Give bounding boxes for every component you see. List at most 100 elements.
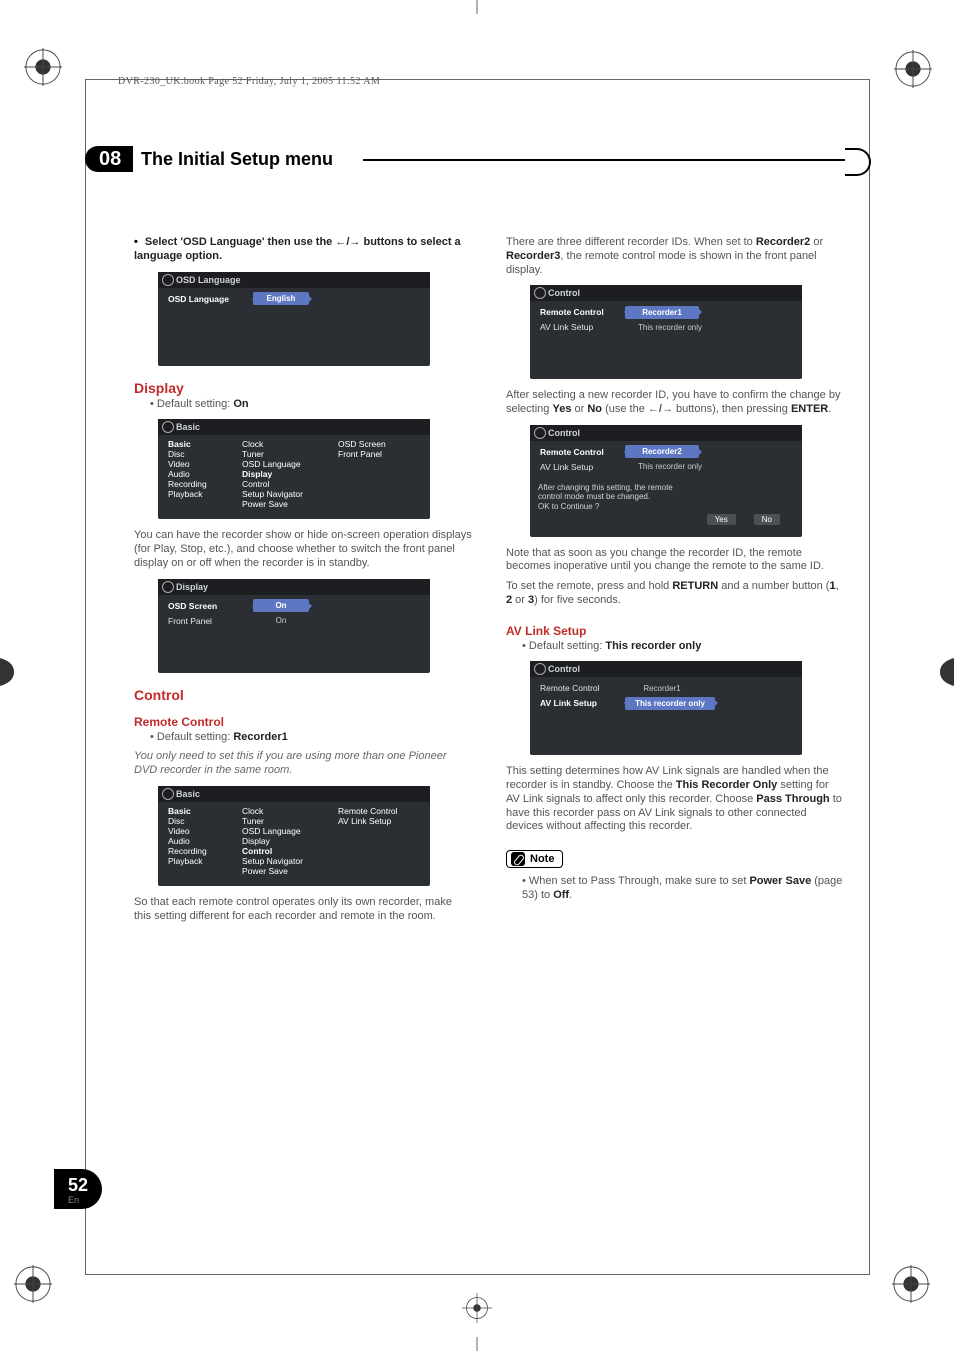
set-remote-instruction: To set the remote, press and hold RETURN… (506, 580, 844, 608)
menu-clock[interactable]: Clock (242, 806, 338, 816)
arrow-right-icon[interactable] (309, 599, 316, 612)
osd-panel-title: Control (530, 425, 802, 441)
display-paragraph: You can have the recorder show or hide o… (134, 529, 472, 570)
remote-control-italic-note: You only need to set this if you are usi… (134, 750, 472, 778)
page-lang: En (68, 1195, 79, 1205)
side-tab-icon (0, 658, 14, 686)
control-panel-recorder2-confirm: Control Remote ControlRecorder2 AV Link … (530, 425, 802, 537)
arrow-left-icon[interactable] (618, 697, 625, 710)
side-tab-icon (940, 658, 954, 686)
menu-osd-language[interactable]: OSD Language (242, 826, 338, 836)
menu-recording[interactable]: Recording (164, 846, 242, 856)
header-rule (363, 159, 869, 161)
av-link-default: • Default setting: This recorder only (506, 640, 844, 654)
remote-control-value[interactable]: Recorder2 (625, 445, 699, 458)
arrow-left-icon[interactable] (618, 306, 625, 319)
av-link-setup-label: AV Link Setup (536, 698, 618, 708)
front-panel-value[interactable]: On (253, 614, 309, 627)
menu-osd-screen[interactable]: OSD Screen (338, 439, 424, 449)
arrow-left-icon[interactable] (246, 292, 253, 305)
menu-control[interactable]: Control (242, 479, 338, 489)
control-panel-recorder1: Control Remote ControlRecorder1 AV Link … (530, 285, 802, 379)
menu-setup-navigator[interactable]: Setup Navigator (242, 489, 338, 499)
menu-setup-navigator[interactable]: Setup Navigator (242, 856, 338, 866)
menu-av-link-setup[interactable]: AV Link Setup (338, 816, 424, 826)
menu-control[interactable]: Control (242, 846, 338, 856)
regmark-icon (24, 48, 62, 86)
menu-basic[interactable]: Basic (164, 806, 242, 816)
left-column: • Select 'OSD Language' then use the ←/→… (134, 236, 472, 929)
menu-tuner[interactable]: Tuner (242, 816, 338, 826)
control-heading: Control (134, 687, 472, 703)
av-link-setup-label: AV Link Setup (536, 322, 618, 332)
note-text: • When set to Pass Through, make sure to… (506, 875, 844, 903)
menu-tuner[interactable]: Tuner (242, 449, 338, 459)
display-options-panel: Display OSD Screen On Front Panel On (158, 579, 430, 673)
menu-display[interactable]: Display (242, 469, 338, 479)
menu-playback[interactable]: Playback (164, 489, 242, 499)
front-panel-label: Front Panel (164, 616, 246, 626)
osd-panel-title: Basic (158, 419, 430, 435)
display-default: • Default setting: On (134, 398, 472, 412)
page-number: 52 (68, 1175, 88, 1196)
menu-playback[interactable]: Playback (164, 856, 242, 866)
av-link-setup-value[interactable]: This recorder only (625, 697, 715, 710)
osd-panel-title: Display (158, 579, 430, 595)
menu-front-panel[interactable]: Front Panel (338, 449, 424, 459)
remote-control-value[interactable]: Recorder1 (625, 306, 699, 319)
regmark-icon (892, 1265, 930, 1303)
chapter-number: 08 (99, 146, 121, 172)
remote-control-label: Remote Control (536, 307, 618, 317)
av-link-setup-heading: AV Link Setup (506, 624, 844, 638)
menu-display[interactable]: Display (242, 836, 338, 846)
arrow-left-icon[interactable] (618, 445, 625, 458)
chapter-title: The Initial Setup menu (141, 146, 333, 172)
crop-rule (85, 79, 86, 1275)
menu-video[interactable]: Video (164, 459, 242, 469)
osd-screen-label: OSD Screen (164, 601, 246, 611)
remote-control-subheading: Remote Control (134, 715, 472, 729)
arrow-right-icon[interactable] (699, 306, 706, 319)
confirm-change-paragraph: After selecting a new recorder ID, you h… (506, 389, 844, 417)
chapter-header: 08 The Initial Setup menu (85, 146, 869, 174)
book-header-line: DVR-230_UK.book Page 52 Friday, July 1, … (118, 76, 380, 87)
osd-panel-title: Control (530, 661, 802, 677)
menu-disc[interactable]: Disc (164, 816, 242, 826)
av-link-setup-label: AV Link Setup (536, 462, 618, 472)
menu-disc[interactable]: Disc (164, 449, 242, 459)
osd-language-panel: OSD Language OSD Language English (158, 272, 430, 366)
menu-remote-control[interactable]: Remote Control (338, 806, 424, 816)
menu-basic[interactable]: Basic (164, 439, 242, 449)
arrow-right-icon[interactable] (699, 445, 706, 458)
menu-clock[interactable]: Clock (242, 439, 338, 449)
page-number-badge: 52 En (54, 1169, 118, 1225)
menu-recording[interactable]: Recording (164, 479, 242, 489)
no-button[interactable]: No (754, 514, 780, 525)
menu-audio[interactable]: Audio (164, 836, 242, 846)
note-box: Note • When set to Pass Through, make su… (506, 850, 844, 903)
control-paragraph: So that each remote control operates onl… (134, 896, 472, 924)
regmark-icon (462, 1293, 492, 1323)
yes-no-buttons: Yes No (530, 514, 802, 529)
left-right-arrow-icon: ←/→ (335, 236, 360, 248)
av-link-setup-value[interactable]: This recorder only (625, 321, 715, 334)
display-heading: Display (134, 380, 472, 396)
recorder-id-intro: There are three different recorder IDs. … (506, 236, 844, 277)
arrow-right-icon[interactable] (715, 697, 722, 710)
osd-screen-value[interactable]: On (253, 599, 309, 612)
menu-osd-language[interactable]: OSD Language (242, 459, 338, 469)
crop-tick (477, 0, 478, 14)
crop-rule (85, 1274, 870, 1275)
arrow-right-icon[interactable] (309, 292, 316, 305)
menu-power-save[interactable]: Power Save (242, 499, 338, 509)
osd-language-value[interactable]: English (253, 292, 309, 305)
arrow-left-icon[interactable] (246, 599, 253, 612)
av-link-setup-value[interactable]: This recorder only (625, 460, 715, 473)
menu-power-save[interactable]: Power Save (242, 866, 338, 876)
menu-audio[interactable]: Audio (164, 469, 242, 479)
confirm-message: After changing this setting, the remote … (530, 477, 802, 514)
basic-display-panel: Basic BasicClockOSD Screen DiscTunerFron… (158, 419, 430, 519)
yes-button[interactable]: Yes (707, 514, 736, 525)
menu-video[interactable]: Video (164, 826, 242, 836)
remote-control-value[interactable]: Recorder1 (625, 682, 699, 695)
